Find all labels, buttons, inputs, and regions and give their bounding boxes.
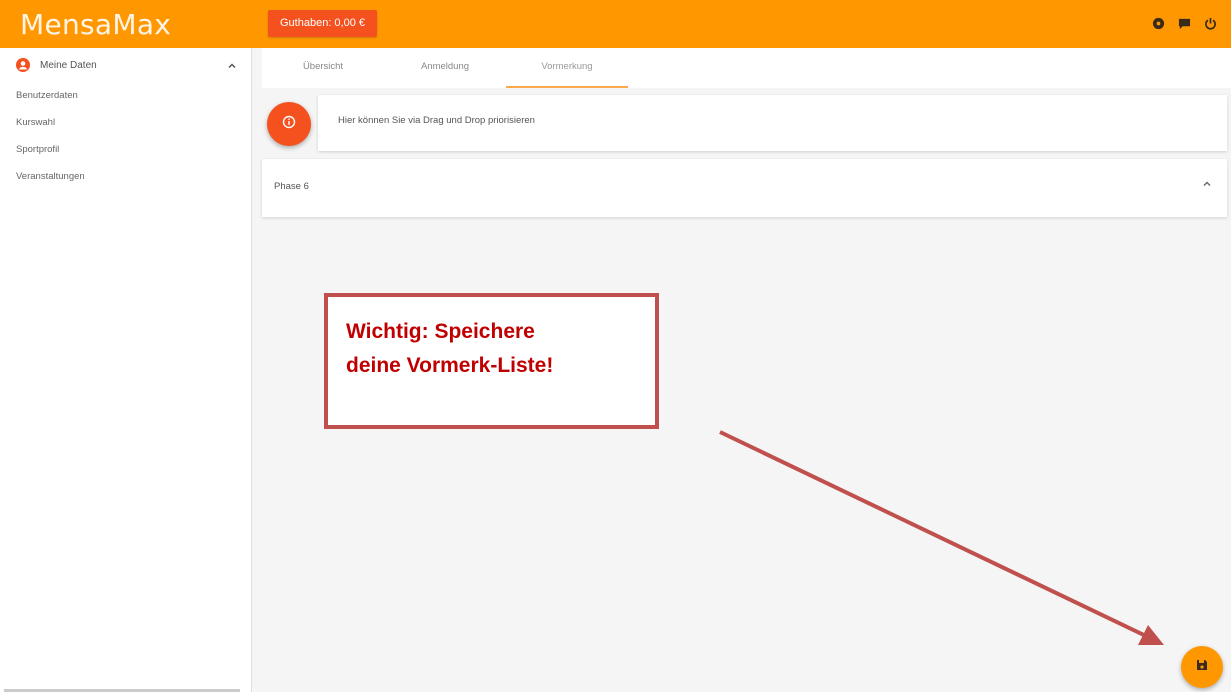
top-bar: MensaMax Guthaben: 0,00 €	[0, 0, 1231, 48]
chevron-up-icon[interactable]	[1201, 177, 1213, 189]
top-icons	[1151, 16, 1217, 30]
callout-box: Wichtig: Speichere deine Vormerk-Liste!	[324, 293, 659, 429]
info-card: Hier können Sie via Drag und Drop priori…	[318, 95, 1227, 151]
sidebar-item-veranstaltungen[interactable]: Veranstaltungen	[0, 163, 251, 190]
callout-line-1: Wichtig: Speichere	[346, 320, 535, 343]
sidebar-item-kurswahl[interactable]: Kurswahl	[0, 109, 251, 136]
sidebar-section-meine-daten[interactable]: Meine Daten	[0, 48, 251, 82]
tab-uebersicht[interactable]: Übersicht	[262, 48, 384, 88]
account-circle-icon	[16, 58, 30, 72]
sidebar-item-benutzerdaten[interactable]: Benutzerdaten	[0, 82, 251, 109]
app-logo[interactable]: MensaMax	[20, 8, 171, 41]
sidebar: Meine Daten Benutzerdaten Kurswahl Sport…	[0, 48, 252, 692]
chevron-up-icon[interactable]	[227, 58, 237, 69]
callout-line-2: deine Vormerk-Liste!	[346, 354, 554, 377]
power-icon[interactable]	[1203, 16, 1217, 30]
info-icon	[282, 115, 296, 134]
tab-vormerkung[interactable]: Vormerkung	[506, 48, 628, 88]
balance-button[interactable]: Guthaben: 0,00 €	[268, 10, 378, 37]
save-button[interactable]	[1181, 646, 1223, 688]
info-text: Hier können Sie via Drag und Drop priori…	[338, 115, 535, 126]
sidebar-item-sportprofil[interactable]: Sportprofil	[0, 136, 251, 163]
save-icon	[1195, 658, 1209, 677]
settings-icon[interactable]	[1151, 16, 1165, 30]
phase-panel[interactable]: Phase 6	[262, 159, 1227, 217]
tab-anmeldung[interactable]: Anmeldung	[384, 48, 506, 88]
info-button[interactable]	[267, 102, 311, 146]
tab-bar: Übersicht Anmeldung Vormerkung	[262, 48, 1231, 88]
chat-icon[interactable]	[1177, 16, 1191, 30]
phase-label: Phase 6	[274, 181, 309, 192]
sidebar-section-label: Meine Daten	[40, 59, 97, 71]
